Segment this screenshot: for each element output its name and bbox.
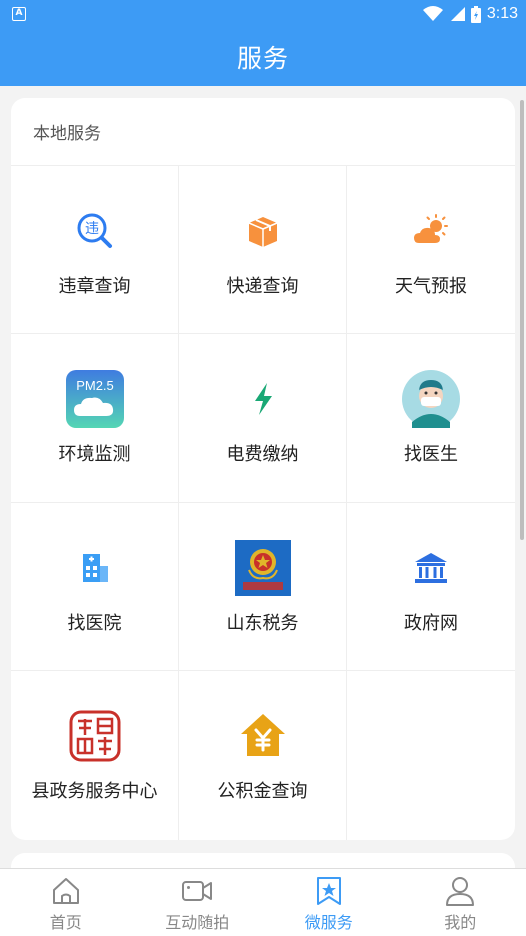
hospital-icon	[82, 554, 108, 582]
services-grid: 违 违章查询 快递查询 天气预报 PM2.5 环境监测 电费缴纳 找医生 找医院…	[11, 166, 515, 840]
status-icons: 3:13	[422, 5, 518, 23]
nav-home[interactable]: 首页	[0, 869, 132, 936]
signal-icon	[450, 7, 465, 21]
home-icon	[52, 878, 79, 904]
pm25-text: PM2.5	[76, 378, 114, 393]
service-label: 快递查询	[226, 276, 299, 297]
service-violation-search[interactable]: 违 违章查询	[11, 166, 179, 334]
government-building-icon	[415, 553, 447, 583]
status-time: 3:13	[486, 5, 518, 22]
user-icon	[446, 877, 475, 906]
status-bar: A 3:13	[0, 0, 526, 28]
doctor-icon	[402, 370, 460, 428]
nav-label: 我的	[444, 913, 477, 932]
service-shandong-tax[interactable]: 山东税务	[179, 503, 347, 671]
service-government-site[interactable]: 政府网	[347, 503, 515, 671]
service-electricity[interactable]: 电费缴纳	[179, 334, 347, 503]
service-label: 找医生	[404, 444, 458, 465]
app-notification-icon: A	[12, 7, 26, 21]
video-camera-icon	[182, 881, 213, 901]
service-find-doctor[interactable]: 找医生	[347, 334, 515, 503]
service-find-hospital[interactable]: 找医院	[11, 503, 179, 671]
pm25-icon: PM2.5	[65, 370, 124, 428]
service-label: 电费缴纳	[226, 444, 299, 465]
package-icon	[248, 217, 277, 247]
nav-interactive-photo[interactable]: 互动随拍	[132, 869, 264, 936]
housing-fund-icon	[240, 714, 285, 756]
local-services-card: 本地服务 违 违章查询 快递查询 天气预报 PM2.5 环境监测 电费缴纳 找医…	[11, 98, 515, 840]
violation-search-icon: 违	[77, 213, 112, 248]
service-environment[interactable]: PM2.5 环境监测	[11, 334, 179, 503]
service-label: 环境监测	[58, 444, 131, 465]
tax-emblem-icon	[234, 540, 291, 596]
app-header: 服务	[0, 28, 526, 86]
service-label: 政府网	[404, 613, 458, 634]
nav-label: 首页	[49, 913, 82, 932]
lightning-icon	[254, 383, 272, 415]
empty-cell	[347, 671, 515, 840]
wifi-icon	[422, 6, 443, 21]
star-bookmark-icon	[316, 877, 341, 905]
nav-label: 微服务	[304, 913, 353, 932]
page-title: 服务	[236, 44, 289, 73]
service-label: 违章查询	[58, 276, 131, 297]
service-label: 公积金查询	[217, 781, 308, 802]
service-county-center[interactable]: 县政务服务中心	[11, 671, 179, 840]
service-label: 找医院	[67, 613, 122, 634]
service-express-search[interactable]: 快递查询	[179, 166, 347, 334]
weather-icon	[414, 214, 448, 243]
nav-micro-service[interactable]: 微服务	[263, 869, 395, 936]
service-label: 山东税务	[226, 613, 299, 634]
seal-icon	[69, 710, 120, 762]
scrollbar[interactable]	[520, 100, 524, 540]
svg-text:违: 违	[85, 221, 99, 237]
nav-label: 互动随拍	[165, 913, 230, 932]
service-label: 县政务服务中心	[31, 781, 158, 802]
nav-my[interactable]: 我的	[395, 869, 526, 936]
section-title: 本地服务	[11, 98, 515, 166]
service-weather[interactable]: 天气预报	[347, 166, 515, 334]
battery-icon	[470, 5, 481, 23]
service-label: 天气预报	[395, 276, 467, 297]
service-housing-fund[interactable]: 公积金查询	[179, 671, 347, 840]
bottom-navigation: 首页 互动随拍 微服务 我的	[0, 868, 526, 936]
